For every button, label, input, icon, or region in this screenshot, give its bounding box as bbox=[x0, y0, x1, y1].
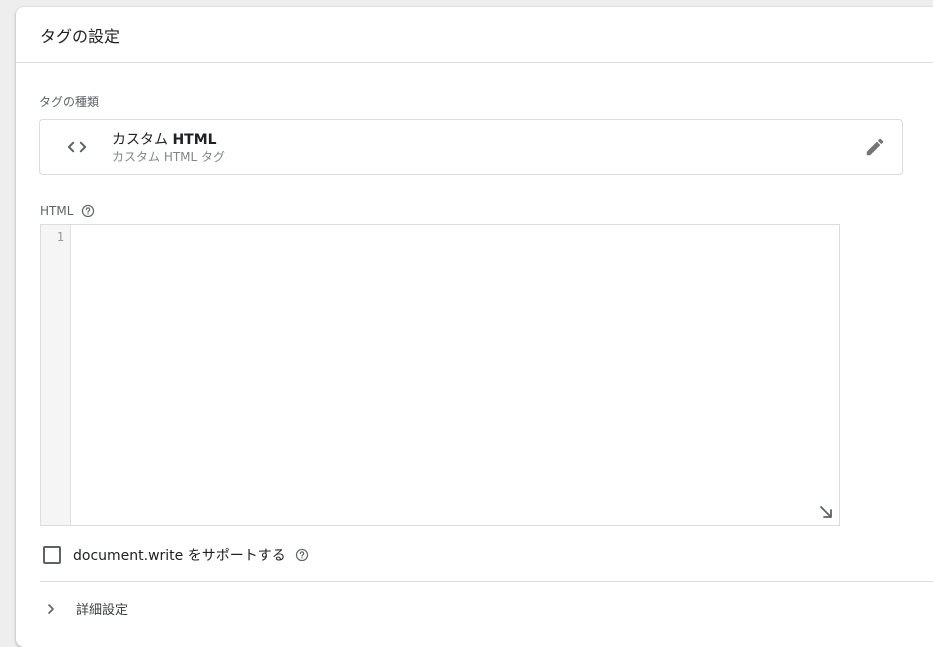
document-write-label[interactable]: document.write をサポートする bbox=[73, 545, 286, 565]
html-field-label-row: HTML bbox=[40, 204, 95, 218]
tag-type-name-prefix: カスタム bbox=[112, 132, 168, 148]
code-icon bbox=[67, 141, 87, 153]
help-circle-icon[interactable] bbox=[295, 548, 309, 562]
html-code-editor[interactable]: 1 bbox=[40, 224, 840, 526]
card-header: タグの設定 bbox=[16, 7, 933, 63]
tag-type-subtitle: カスタム HTML タグ bbox=[112, 150, 226, 164]
line-number: 1 bbox=[56, 230, 64, 244]
card-title: タグの設定 bbox=[40, 26, 121, 46]
tag-config-card: タグの設定 タグの種類 カスタム HTML カスタム HTML タグ HTML … bbox=[16, 7, 933, 647]
resize-handle-icon[interactable] bbox=[819, 505, 833, 519]
code-input-area[interactable] bbox=[72, 225, 839, 525]
advanced-settings-label: 詳細設定 bbox=[76, 603, 129, 618]
tag-type-name-bold: HTML bbox=[172, 132, 217, 148]
tag-type-label: タグの種類 bbox=[39, 95, 100, 109]
pencil-icon[interactable] bbox=[864, 136, 886, 158]
line-number-gutter: 1 bbox=[41, 225, 71, 525]
tag-type-name: カスタム HTML bbox=[112, 129, 217, 149]
advanced-settings-toggle[interactable]: 詳細設定 bbox=[44, 599, 128, 618]
help-circle-icon[interactable] bbox=[81, 204, 95, 218]
document-write-option: document.write をサポートする bbox=[43, 545, 309, 565]
tag-type-selector[interactable]: カスタム HTML カスタム HTML タグ bbox=[39, 119, 903, 175]
document-write-checkbox[interactable] bbox=[43, 546, 61, 564]
section-divider bbox=[40, 581, 933, 582]
chevron-right-icon bbox=[48, 603, 54, 614]
html-field-label: HTML bbox=[40, 204, 74, 218]
